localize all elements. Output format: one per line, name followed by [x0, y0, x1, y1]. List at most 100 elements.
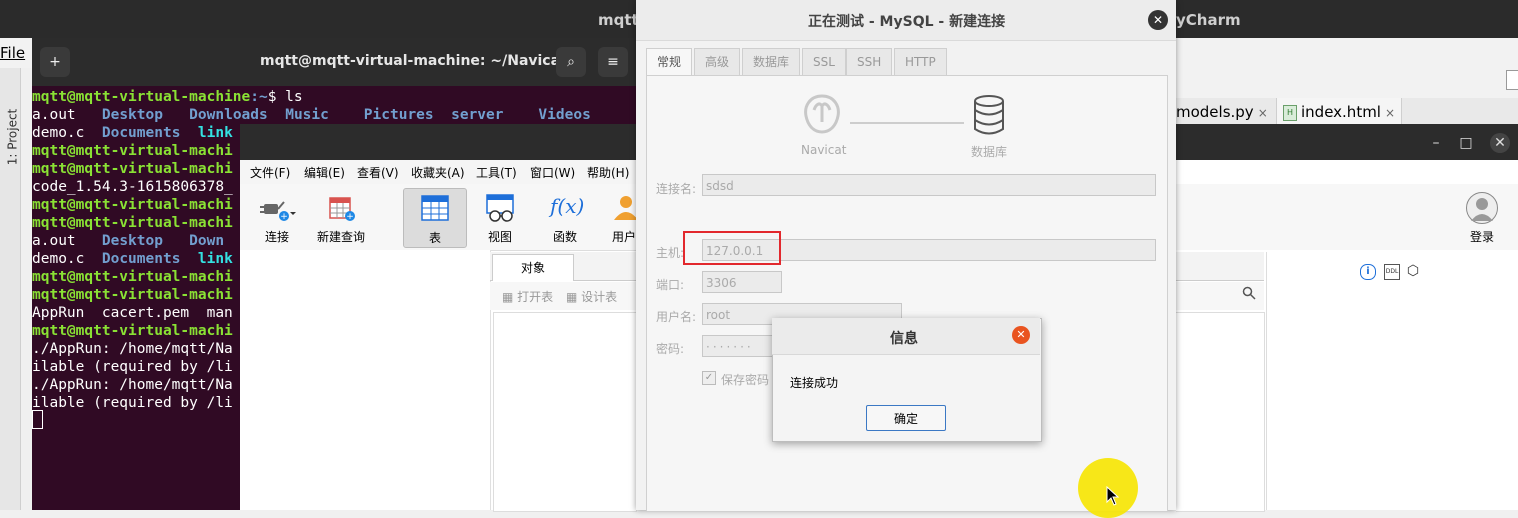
terminal-line: mqtt@mqtt-virtual-machi	[32, 269, 233, 285]
search-icon[interactable]	[1242, 286, 1256, 304]
minimize-icon[interactable]: –	[1426, 133, 1446, 153]
login-label: 登录	[1469, 230, 1494, 244]
port-label: 端口:	[656, 278, 685, 292]
connection-name-input[interactable]: sdsd	[702, 174, 1156, 196]
ddl-icon[interactable]: DDL	[1384, 264, 1400, 280]
table-label: 表	[428, 231, 441, 245]
menu-file[interactable]: 文件(F)	[250, 164, 290, 181]
terminal-line: a.out Desktop Downloads Music Pictures s…	[32, 107, 591, 123]
plug-icon: +	[260, 201, 296, 222]
tab-general[interactable]: 常规	[646, 48, 693, 76]
close-icon[interactable]: ×	[1385, 106, 1395, 120]
function-button[interactable]: f(x) 函数	[534, 188, 596, 246]
password-label: 密码:	[656, 342, 685, 356]
terminal-line: mqtt@mqtt-virtual-machi	[32, 215, 233, 231]
port-input[interactable]: 3306	[702, 271, 782, 293]
save-password-checkbox[interactable]: ✓	[702, 371, 716, 385]
info-icon[interactable]: i	[1360, 264, 1376, 280]
open-table-label: 打开表	[517, 290, 554, 304]
database-icon	[974, 95, 1004, 135]
menu-window[interactable]: 窗口(W)	[530, 164, 575, 181]
save-password-label: 保存密码	[721, 373, 770, 387]
user-icon	[614, 196, 636, 220]
html-file-icon: H	[1283, 104, 1297, 121]
editor-tab-label: models.py	[1176, 103, 1254, 121]
terminal-title: mqtt@mqtt-virtual-machine: ~/Navicat	[260, 53, 567, 69]
terminal-line: AppRun cacert.pem man	[32, 305, 233, 321]
navicat-label: Navicat	[801, 143, 847, 157]
menu-favorites[interactable]: 收藏夹(A)	[411, 164, 465, 181]
host-highlight-box	[683, 231, 781, 265]
terminal-line: ilable (required by /li	[32, 359, 233, 375]
menu-edit[interactable]: 编辑(E)	[304, 164, 345, 181]
menu-tools[interactable]: 工具(T)	[476, 164, 517, 181]
prompt-user: mqtt@mqtt-virtual-machine	[32, 89, 251, 105]
pycharm-side-button[interactable]	[1506, 70, 1518, 90]
design-icon: ▦	[566, 290, 578, 304]
terminal-line: demo.c Documents link	[32, 251, 233, 267]
avatar-icon	[1466, 192, 1498, 224]
password-input[interactable]: ·······	[702, 335, 782, 357]
svg-text:+: +	[346, 212, 354, 222]
terminal-line: mqtt@mqtt-virtual-machine:~$ ls	[32, 88, 303, 106]
new-query-label: 新建查询	[316, 230, 365, 244]
open-table-button[interactable]: ▦ 打开表	[502, 288, 553, 305]
info-panel	[1266, 252, 1518, 510]
svg-text:+: +	[280, 212, 288, 222]
user-button[interactable]: 用户	[598, 188, 636, 246]
editor-tab-models[interactable]: models.py ×	[1170, 98, 1274, 126]
close-icon[interactable]: ✕	[1012, 326, 1030, 344]
tab-databases[interactable]: 数据库	[742, 48, 801, 75]
connection-line	[850, 122, 964, 124]
connect-button[interactable]: + 连接	[246, 188, 308, 246]
tab-objects[interactable]: 对象	[492, 254, 574, 281]
object-list-area-right[interactable]	[1176, 312, 1265, 512]
terminal-line: mqtt@mqtt-virtual-machi	[32, 197, 233, 213]
view-button[interactable]: 视图	[469, 188, 531, 246]
terminal-titlebar: + mqtt@mqtt-virtual-machine: ~/Navicat ⌕…	[32, 38, 638, 86]
pycharm-project-toggle[interactable]: 1: Project	[5, 109, 19, 166]
ok-button[interactable]: 确定	[866, 405, 946, 431]
menu-view[interactable]: 查看(V)	[357, 164, 399, 181]
new-query-icon: +	[329, 197, 355, 222]
connection-name-label: 连接名:	[656, 182, 697, 196]
terminal-line: mqtt@mqtt-virtual-machi	[32, 287, 233, 303]
mouse-pointer-icon	[1106, 486, 1120, 506]
prompt-command: $ ls	[267, 89, 303, 105]
tab-ssl[interactable]: SSL	[802, 48, 846, 75]
editor-tab-index[interactable]: Hindex.html ×	[1276, 98, 1403, 126]
menu-help[interactable]: 帮助(H)	[587, 164, 629, 181]
connection-tree-panel[interactable]	[240, 250, 491, 510]
pycharm-menu-file[interactable]: File	[0, 44, 25, 62]
tab-ssh[interactable]: SSH	[846, 48, 893, 75]
message-title: 信息	[890, 331, 918, 347]
connect-label: 连接	[264, 230, 289, 244]
view-icon	[486, 194, 514, 222]
tab-advanced[interactable]: 高级	[694, 48, 741, 75]
close-icon[interactable]: ✕	[1148, 10, 1168, 30]
object-list-area[interactable]	[493, 312, 637, 512]
pycharm-toolbar-area	[1176, 38, 1518, 98]
terminal-cursor	[32, 410, 43, 429]
function-label: 函数	[552, 230, 577, 244]
view-label: 视图	[487, 230, 512, 244]
design-table-button[interactable]: ▦ 设计表	[566, 288, 617, 305]
new-query-button[interactable]: + 新建查询	[310, 188, 372, 246]
maximize-icon[interactable]: □	[1456, 133, 1476, 153]
close-icon[interactable]: ×	[1258, 106, 1268, 120]
new-tab-icon[interactable]: +	[40, 47, 70, 77]
hamburger-menu-icon[interactable]: ≡	[598, 47, 628, 77]
pycharm-title-right: yCharm	[1176, 11, 1241, 29]
terminal-line: demo.c Documents link	[32, 125, 233, 141]
hexagon-icon[interactable]: ⬡	[1406, 264, 1420, 278]
tab-http[interactable]: HTTP	[894, 48, 947, 75]
table-button[interactable]: 表	[403, 188, 467, 248]
table-icon: ▦	[502, 290, 514, 304]
close-icon[interactable]: ✕	[1490, 133, 1510, 153]
dialog-title: 正在测试 - MySQL - 新建连接	[808, 14, 1006, 30]
editor-tab-label: index.html	[1301, 103, 1381, 121]
terminal-line: ilable (required by /li	[32, 395, 233, 411]
search-icon[interactable]: ⌕	[556, 47, 586, 77]
terminal-line: mqtt@mqtt-virtual-machi	[32, 161, 233, 177]
username-label: 用户名:	[656, 310, 697, 324]
